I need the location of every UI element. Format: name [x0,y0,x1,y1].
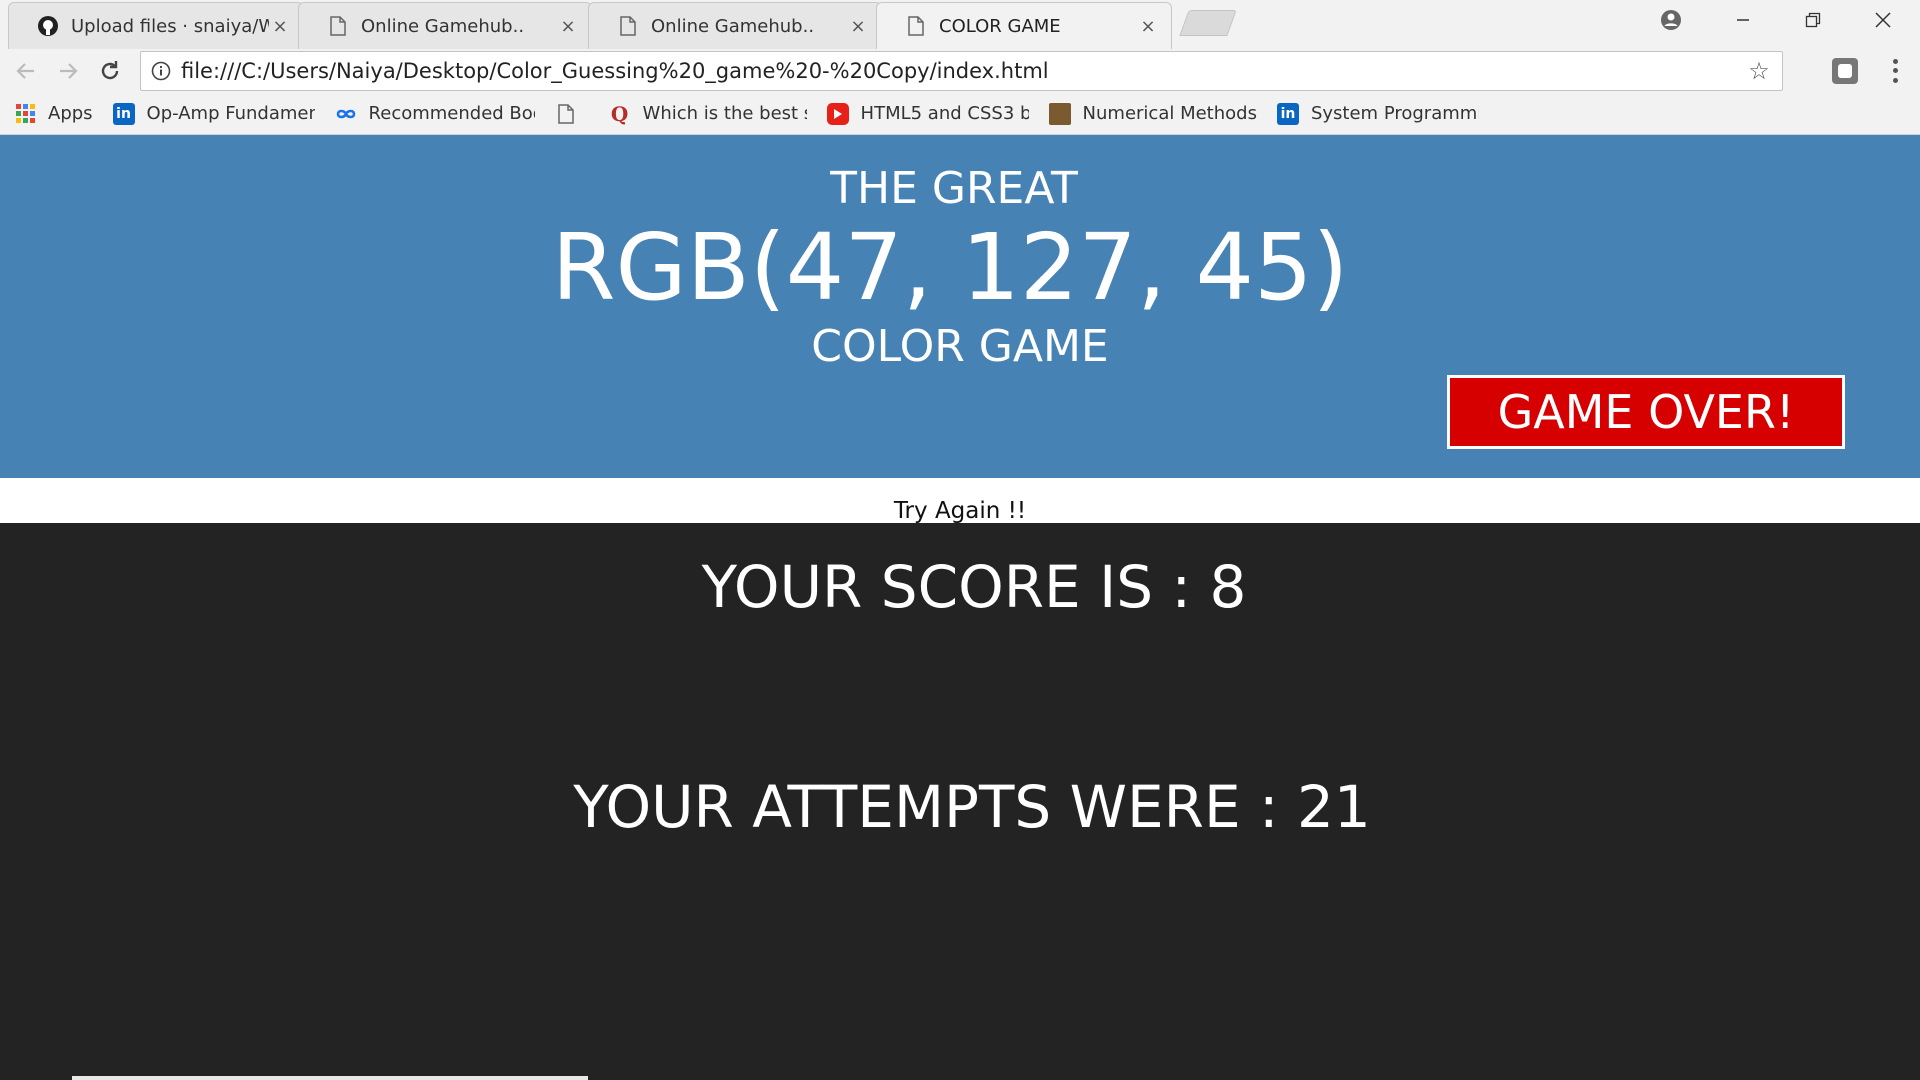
bookmark-label: Recommended Book [368,103,535,124]
address-bar[interactable]: file:///C:/Users/Naiya/Desktop/Color_Gue… [140,51,1783,91]
linkedin-icon: in [1276,102,1299,125]
result-board: YOUR SCORE IS : 8 YOUR ATTEMPTS WERE : 2… [0,523,1920,1080]
close-window-icon[interactable] [1848,0,1918,40]
profile-image-icon [1048,102,1071,125]
profile-icon[interactable] [1636,0,1706,40]
info-icon[interactable] [141,61,181,81]
bookmarks-bar: Apps in Op-Amp Fundament Recommended Boo… [0,93,1920,135]
linkedin-icon: in [112,102,135,125]
close-icon[interactable]: × [1137,16,1159,37]
bookmark-label: Apps [48,103,93,124]
close-icon[interactable]: × [557,16,579,37]
bookmark-label: HTML5 and CSS3 beg [860,103,1029,124]
bookmark-apps[interactable]: Apps [14,103,93,125]
message-bar: Try Again !! [0,478,1920,524]
page-icon [905,15,927,37]
tab-strip: Upload files · snaiya/Web × Online Gameh… [0,0,1920,49]
close-icon[interactable]: × [847,16,869,37]
tab-title: COLOR GAME [939,15,1061,37]
bookmark-star-icon[interactable]: ☆ [1736,57,1782,85]
apps-grid-icon [14,103,36,125]
title-bottom: COLOR GAME [811,321,1109,372]
bookmark-label: Op-Amp Fundament [146,103,315,124]
forward-arrow-icon[interactable] [52,55,84,87]
back-arrow-icon[interactable] [10,55,42,87]
quora-icon: Q [610,101,629,126]
new-tab-button[interactable] [1179,10,1237,36]
github-icon [37,15,59,37]
bookmark-recommended-books[interactable]: Recommended Book [335,103,535,125]
page-icon [617,15,639,37]
page-icon [327,15,349,37]
bookmark-system-programming[interactable]: in System Programming [1276,102,1479,125]
bookmark-numerical-methods[interactable]: Numerical Methods [1048,102,1257,125]
bookmark-label: System Programming [1310,103,1479,124]
rgb-display: RGB(47, 127, 45) [551,214,1349,321]
tab-title: Online Gamehub.. [651,15,815,37]
bookmark-label: Numerical Methods [1082,103,1257,124]
page-icon [555,103,577,125]
youtube-icon [826,102,849,125]
minimize-icon[interactable] [1708,0,1778,40]
bookmark-html5-css3[interactable]: HTML5 and CSS3 beg [826,102,1029,125]
game-header: THE GREAT RGB(47, 127, 45) COLOR GAME GA… [0,135,1920,478]
game-over-button[interactable]: GAME OVER! [1447,375,1845,449]
tab-upload-files[interactable]: Upload files · snaiya/Web × [8,2,304,49]
reload-icon[interactable] [94,55,126,87]
page-content: THE GREAT RGB(47, 127, 45) COLOR GAME GA… [0,135,1920,1080]
tab-title: Online Gamehub.. [361,15,525,37]
restore-icon[interactable] [1778,0,1848,40]
tab-online-gamehub-1[interactable]: Online Gamehub.. × [298,2,592,49]
menu-dots-icon[interactable] [1890,57,1900,85]
infinity-icon [335,103,357,125]
try-again-message: Try Again !! [893,498,1027,524]
tab-online-gamehub-2[interactable]: Online Gamehub.. × [588,2,882,49]
title-top: THE GREAT [830,163,1078,214]
attempts-text: YOUR ATTEMPTS WERE : 21 [573,773,1371,841]
tab-title: Upload files · snaiya/Web [71,15,269,37]
extension-icon[interactable] [1832,58,1858,84]
bookmark-page[interactable] [555,103,589,125]
bookmark-label: Which is the best site [642,103,807,124]
close-icon[interactable]: × [269,16,291,37]
url-text[interactable]: file:///C:/Users/Naiya/Desktop/Color_Gue… [181,59,1736,83]
tab-color-game[interactable]: COLOR GAME × [876,2,1172,49]
score-text: YOUR SCORE IS : 8 [701,553,1247,621]
browser-toolbar: file:///C:/Users/Naiya/Desktop/Color_Gue… [0,49,1920,93]
horizontal-scrollbar[interactable] [72,1076,588,1080]
bookmark-quora[interactable]: Q Which is the best site [609,101,807,126]
bookmark-op-amp[interactable]: in Op-Amp Fundament [112,102,315,125]
